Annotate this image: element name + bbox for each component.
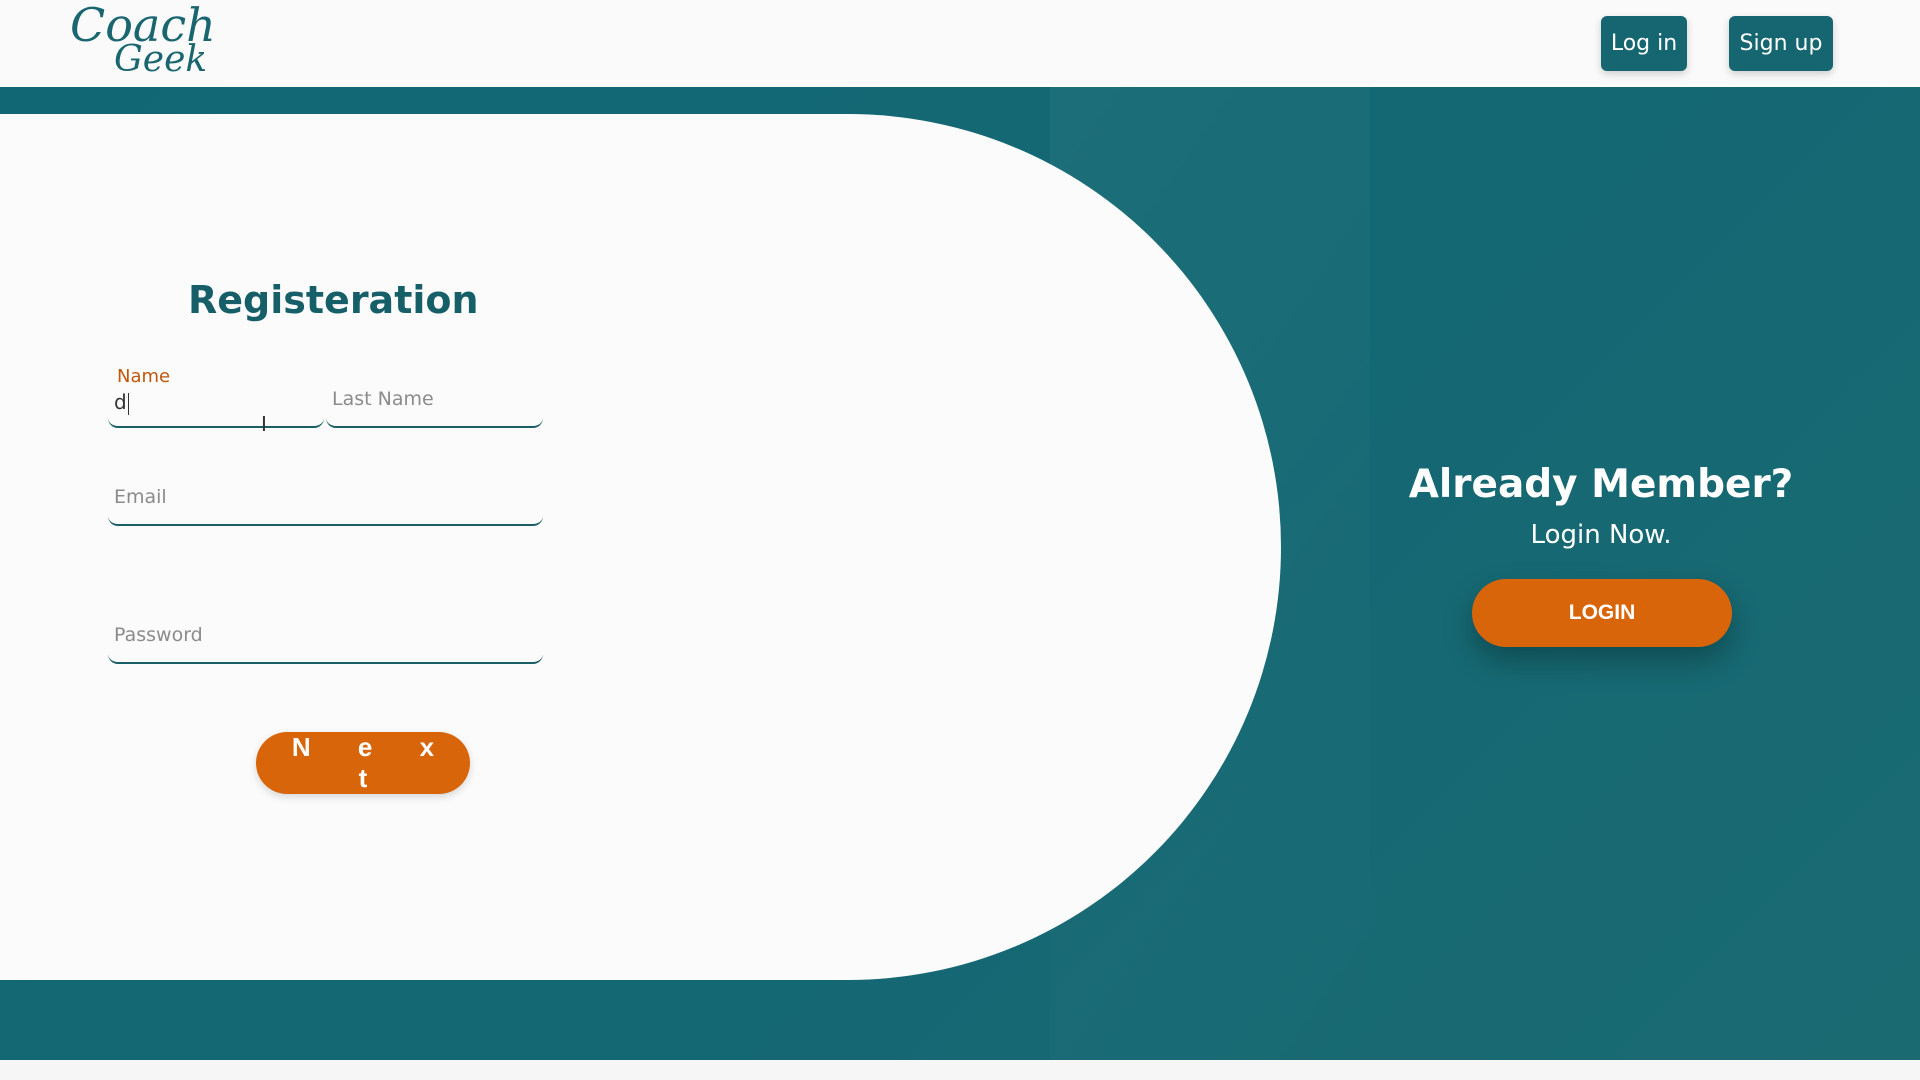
login-now-text: Login Now. <box>1530 520 1672 550</box>
registration-panel <box>0 114 1281 980</box>
email-field[interactable]: Email <box>108 466 543 526</box>
bottom-strip <box>0 1060 1920 1080</box>
next-button[interactable]: N e x t <box>256 732 470 794</box>
text-caret <box>127 392 129 415</box>
name-field[interactable]: Name d <box>108 366 324 428</box>
already-member-heading: Already Member? <box>1408 462 1794 507</box>
header-login-button[interactable]: Log in <box>1601 16 1687 71</box>
name-input-value[interactable]: d <box>114 390 129 415</box>
logo-text-geek: Geek <box>114 39 208 80</box>
last-name-placeholder: Last Name <box>332 388 434 410</box>
password-field[interactable]: Password <box>108 604 543 664</box>
login-button[interactable]: LOGIN <box>1472 579 1732 647</box>
email-placeholder: Email <box>114 486 167 508</box>
header-signup-button[interactable]: Sign up <box>1729 16 1833 71</box>
ibeam-cursor-icon: I <box>261 412 267 436</box>
last-name-field[interactable]: Last Name <box>326 368 543 428</box>
name-typed-text: d <box>114 390 127 414</box>
password-placeholder: Password <box>114 624 203 646</box>
name-label: Name <box>117 366 171 387</box>
registration-title: Registeration <box>188 278 479 322</box>
top-header: Coach Geek Log in Sign up <box>0 0 1920 87</box>
